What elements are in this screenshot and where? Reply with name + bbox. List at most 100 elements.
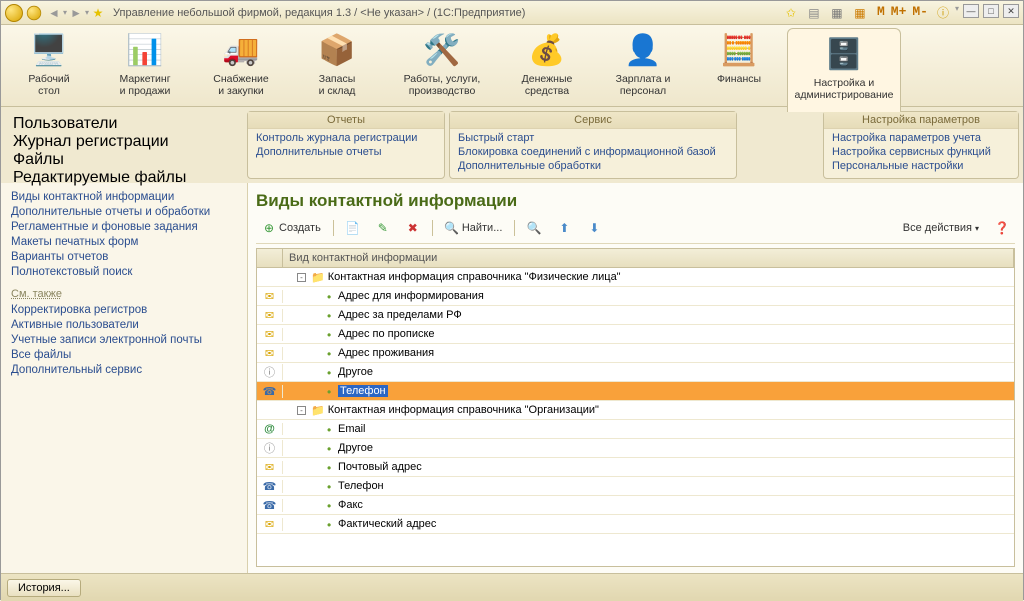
row-type-icon: ✉ — [257, 518, 283, 531]
link-block-conn[interactable]: Блокировка соединений с информационной б… — [458, 145, 728, 159]
table-row[interactable]: - 📁 Контактная информация справочника "О… — [257, 401, 1014, 420]
edit-button[interactable]: ✎ — [370, 219, 396, 237]
sb-scheduled-jobs[interactable]: Регламентные и фоновые задания — [11, 221, 237, 233]
row-content: Другое — [283, 366, 1014, 378]
row-content: Фактический адрес — [283, 518, 1014, 530]
delete-button[interactable]: ✖ — [400, 219, 426, 237]
tree-toggle-icon[interactable]: - — [297, 406, 306, 415]
table-row[interactable]: - 📁 Контактная информация справочника "Ф… — [257, 268, 1014, 287]
sb-print-templates[interactable]: Макеты печатных форм — [11, 236, 237, 248]
sidebar: Виды контактной информации Дополнительны… — [1, 183, 247, 573]
section-salary[interactable]: 👤Зарплата и персонал — [595, 25, 691, 106]
nav-registration-log[interactable]: Журнал регистрации — [13, 133, 235, 151]
section-inventory[interactable]: 📦Запасы и склад — [289, 25, 385, 106]
copy-button[interactable]: 📄 — [340, 219, 366, 237]
sb-contact-types[interactable]: Виды контактной информации — [11, 191, 237, 203]
section-supply[interactable]: 🚚Снабжение и закупки — [193, 25, 289, 106]
sb-registers[interactable]: Корректировка регистров — [11, 304, 237, 316]
grid-body[interactable]: - 📁 Контактная информация справочника "Ф… — [257, 268, 1014, 566]
calendar-icon[interactable]: ▦ — [851, 4, 869, 22]
row-content: Факс — [283, 499, 1014, 511]
window-title: Управление небольшой фирмой, редакция 1.… — [113, 7, 782, 19]
sb-extra-service[interactable]: Дополнительный сервис — [11, 364, 237, 376]
back-icon[interactable]: ◄ — [45, 4, 63, 22]
section-money[interactable]: 💰Денежные средства — [499, 25, 595, 106]
content-toolbar: ⊕Создать 📄 ✎ ✖ 🔍Найти... 🔍 ⬆ ⬇ Все дейст… — [256, 217, 1015, 244]
section-toolbar: 🖥️Рабочий стол 📊Маркетинг и продажи 🚚Сна… — [1, 25, 1023, 107]
link-service-fn[interactable]: Настройка сервисных функций — [832, 145, 1010, 159]
dropdown-icon[interactable] — [27, 5, 41, 19]
table-row[interactable]: @ Email — [257, 420, 1014, 439]
row-content: Адрес для информирования — [283, 290, 1014, 302]
sb-all-files[interactable]: Все файлы — [11, 349, 237, 361]
document-icon[interactable]: ▤ — [805, 4, 823, 22]
section-desktop[interactable]: 🖥️Рабочий стол — [1, 25, 97, 106]
data-grid: Вид контактной информации - 📁 Контактная… — [256, 248, 1015, 567]
sb-extra-reports[interactable]: Дополнительные отчеты и обработки — [11, 206, 237, 218]
bullet-icon — [327, 425, 335, 433]
table-row[interactable]: ⓘ Другое — [257, 439, 1014, 458]
bullet-icon — [327, 482, 335, 490]
row-type-icon: ✉ — [257, 309, 283, 322]
find-button[interactable]: 🔍Найти... — [439, 219, 509, 237]
table-row[interactable]: ☎ Факс — [257, 496, 1014, 515]
section-finance[interactable]: 🧮Финансы — [691, 25, 787, 106]
bullet-icon — [327, 501, 335, 509]
all-actions-button[interactable]: Все действия ▾ — [897, 220, 985, 236]
link-extra-proc[interactable]: Дополнительные обработки — [458, 159, 728, 173]
table-row[interactable]: ✉ Почтовый адрес — [257, 458, 1014, 477]
row-type-icon: ☎ — [257, 385, 283, 398]
table-row[interactable]: ✉ Адрес для информирования — [257, 287, 1014, 306]
row-type-icon: ⓘ — [257, 364, 283, 380]
link-quickstart[interactable]: Быстрый старт — [458, 131, 728, 145]
maximize-button[interactable]: □ — [983, 4, 999, 18]
tree-toggle-icon[interactable]: - — [297, 273, 306, 282]
bullet-icon — [327, 444, 335, 452]
link-reg-control[interactable]: Контроль журнала регистрации — [256, 131, 436, 145]
info-icon[interactable]: ⓘ — [934, 4, 952, 22]
link-params[interactable]: Настройка параметров учета — [832, 131, 1010, 145]
link-personal[interactable]: Персональные настройки — [832, 159, 1010, 173]
panel-settings-title: Настройка параметров — [824, 112, 1018, 129]
table-row[interactable]: ✉ Адрес проживания — [257, 344, 1014, 363]
content-pane: Виды контактной информации ⊕Создать 📄 ✎ … — [247, 183, 1023, 573]
row-content: - 📁 Контактная информация справочника "О… — [283, 404, 1014, 417]
table-row[interactable]: ✉ Адрес за пределами РФ — [257, 306, 1014, 325]
help-button[interactable]: ❓ — [989, 219, 1015, 237]
memory-buttons[interactable]: MM+M- — [874, 4, 931, 22]
section-marketing[interactable]: 📊Маркетинг и продажи — [97, 25, 193, 106]
section-works[interactable]: 🛠️Работы, услуги, производство — [385, 25, 499, 106]
sb-email-accounts[interactable]: Учетные записи электронной почты — [11, 334, 237, 346]
forward-icon[interactable]: ► — [67, 4, 85, 22]
row-content: Адрес по прописке — [283, 328, 1014, 340]
nav-users[interactable]: Пользователи — [13, 115, 235, 133]
table-row[interactable]: ☎ Телефон — [257, 477, 1014, 496]
close-button[interactable]: ✕ — [1003, 4, 1019, 18]
move-up-button[interactable]: ⬆ — [551, 219, 577, 237]
table-row[interactable]: ✉ Адрес по прописке — [257, 325, 1014, 344]
table-row[interactable]: ☎ Телефон — [257, 382, 1014, 401]
move-down-button[interactable]: ⬇ — [581, 219, 607, 237]
table-row[interactable]: ⓘ Другое — [257, 363, 1014, 382]
grid-icon-column[interactable] — [257, 249, 283, 267]
row-content: Почтовый адрес — [283, 461, 1014, 473]
row-content: - 📁 Контактная информация справочника "Ф… — [283, 271, 1014, 284]
nav-files[interactable]: Файлы — [13, 151, 235, 169]
minimize-button[interactable]: — — [963, 4, 979, 18]
sb-report-variants[interactable]: Варианты отчетов — [11, 251, 237, 263]
row-type-icon: ✉ — [257, 461, 283, 474]
row-type-icon: @ — [257, 423, 283, 435]
history-button[interactable]: История... — [7, 579, 81, 597]
grid-main-column[interactable]: Вид контактной информации — [283, 249, 1014, 267]
row-type-icon: ✉ — [257, 328, 283, 341]
section-settings[interactable]: 🗄️Настройка и администрирование — [787, 28, 901, 112]
sb-fulltext[interactable]: Полнотекстовый поиск — [11, 266, 237, 278]
link-extra-reports[interactable]: Дополнительные отчеты — [256, 145, 436, 159]
clear-search-button[interactable]: 🔍 — [521, 219, 547, 237]
favorites-icon[interactable]: ★ — [89, 4, 107, 22]
bookmark-icon[interactable]: ✩ — [782, 4, 800, 22]
table-row[interactable]: ✉ Фактический адрес — [257, 515, 1014, 534]
calculator-icon[interactable]: ▦ — [828, 4, 846, 22]
sb-active-users[interactable]: Активные пользователи — [11, 319, 237, 331]
create-button[interactable]: ⊕Создать — [256, 219, 327, 237]
